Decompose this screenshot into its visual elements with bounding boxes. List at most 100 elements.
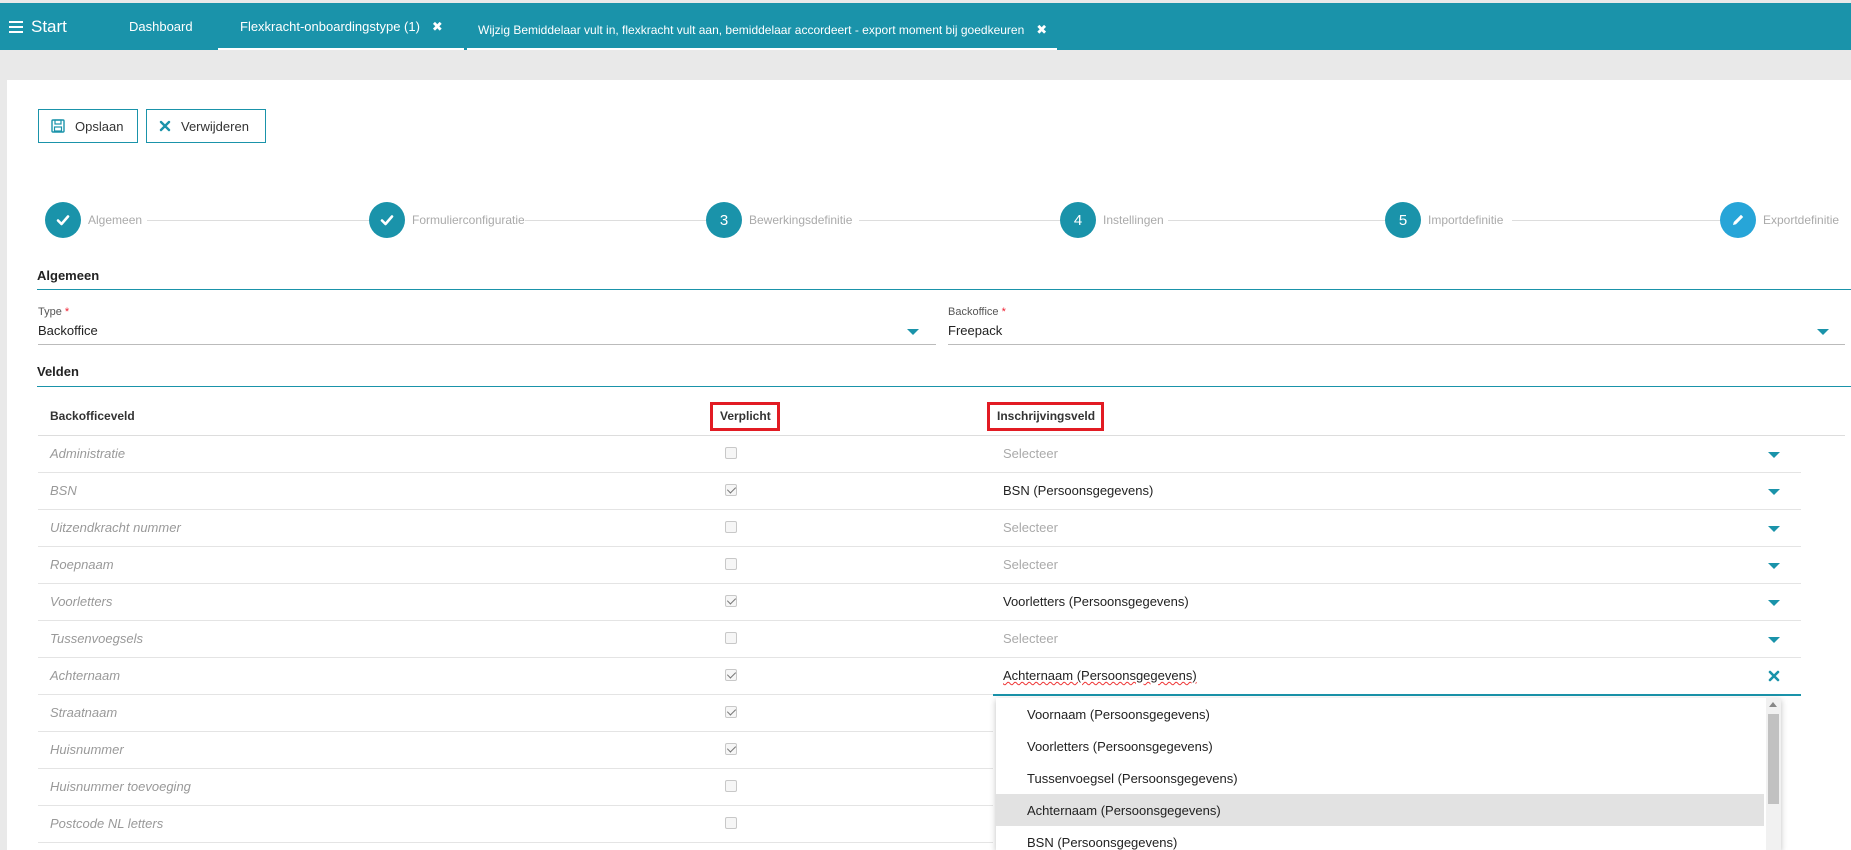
field-name-huisnummer-toevoeging: Huisnummer toevoeging	[50, 779, 191, 794]
mapping-select-active[interactable]: Achternaam (Persoonsgegevens)	[1003, 668, 1197, 683]
field-name-administratie: Administratie	[50, 446, 126, 461]
step-number: 3	[706, 202, 742, 238]
row-divider	[38, 509, 993, 510]
close-icon	[159, 120, 171, 132]
select-underline	[993, 546, 1801, 547]
close-icon[interactable]: ✖	[1036, 22, 1047, 38]
chevron-down-icon[interactable]	[1768, 563, 1780, 569]
close-icon[interactable]: ✖	[432, 19, 443, 35]
dropdown-option[interactable]: Voornaam (Persoonsgegevens)	[996, 698, 1764, 730]
dropdown-option[interactable]: Tussenvoegsel (Persoonsgegevens)	[996, 762, 1764, 794]
mapping-dropdown-list: Voornaam (Persoonsgegevens) Voorletters …	[996, 698, 1781, 850]
chevron-down-icon[interactable]	[1768, 452, 1780, 458]
row-divider	[38, 657, 993, 658]
step-importdefinitie[interactable]: 5 Importdefinitie	[1385, 202, 1503, 238]
check-icon	[45, 202, 81, 238]
hamburger-icon	[9, 21, 23, 33]
top-navigation-bar: Start Dashboard Flexkracht-onboardingsty…	[0, 3, 1851, 50]
chevron-down-icon[interactable]	[1817, 329, 1829, 335]
type-select[interactable]: Backoffice	[38, 323, 98, 338]
required-checkbox[interactable]	[725, 669, 737, 681]
select-underline	[993, 657, 1801, 658]
select-underline	[993, 509, 1801, 510]
chevron-down-icon[interactable]	[1768, 489, 1780, 495]
mapping-select[interactable]: Selecteer	[1003, 446, 1058, 461]
required-checkbox[interactable]	[725, 558, 737, 570]
required-checkbox[interactable]	[725, 632, 737, 644]
row-divider	[38, 546, 993, 547]
mapping-select[interactable]: Selecteer	[1003, 631, 1058, 646]
chevron-down-icon[interactable]	[1768, 600, 1780, 606]
column-header-backofficeveld: Backofficeveld	[50, 409, 135, 423]
section-title-algemeen: Algemeen	[37, 268, 100, 283]
step-exportdefinitie[interactable]: Exportdefinitie	[1720, 202, 1839, 238]
step-connector	[525, 220, 722, 221]
required-checkbox[interactable]	[725, 817, 737, 829]
mapping-select[interactable]: Selecteer	[1003, 520, 1058, 535]
section-divider	[37, 289, 1851, 290]
type-select-underline	[38, 344, 936, 345]
field-name-straatnaam: Straatnaam	[50, 705, 118, 720]
pencil-icon	[1720, 202, 1756, 238]
required-checkbox[interactable]	[725, 743, 737, 755]
column-header-inschrijvingsveld: Inschrijvingsveld	[997, 409, 1096, 423]
step-connector	[1512, 220, 1737, 221]
backoffice-label-text: Backoffice	[948, 306, 999, 318]
tab-label: Wijzig Bemiddelaar vult in, flexkracht v…	[478, 22, 1025, 37]
tab-flexkracht-onboardingstype[interactable]: Flexkracht-onboardingstype (1) ✖	[240, 3, 443, 50]
row-divider	[38, 472, 993, 473]
required-checkbox[interactable]	[725, 521, 737, 533]
chevron-down-icon[interactable]	[907, 329, 919, 335]
field-name-roepnaam: Roepnaam	[50, 557, 114, 572]
step-label: Bewerkingsdefinitie	[749, 213, 853, 227]
row-divider	[38, 694, 993, 695]
field-name-bsn: BSN	[50, 483, 77, 498]
select-underline-focused	[993, 694, 1801, 696]
section-title-velden: Velden	[37, 364, 79, 379]
mapping-select[interactable]: Selecteer	[1003, 557, 1058, 572]
required-checkbox[interactable]	[725, 595, 737, 607]
dropdown-scrollbar[interactable]	[1766, 698, 1781, 850]
dropdown-option-highlighted[interactable]: Achternaam (Persoonsgegevens)	[996, 794, 1764, 826]
step-connector	[147, 220, 392, 221]
field-name-uitzendkracht-nummer: Uitzendkracht nummer	[50, 520, 181, 535]
scrollbar-thumb[interactable]	[1768, 714, 1779, 804]
clear-icon[interactable]	[1768, 670, 1780, 682]
step-instellingen[interactable]: 4 Instellingen	[1060, 202, 1164, 238]
step-bewerkingsdefinitie[interactable]: 3 Bewerkingsdefinitie	[706, 202, 852, 238]
delete-button[interactable]: Verwijderen	[146, 109, 266, 143]
required-checkbox[interactable]	[725, 780, 737, 792]
backoffice-select-underline	[948, 344, 1845, 345]
tab-wijzig-bemiddelaar[interactable]: Wijzig Bemiddelaar vult in, flexkracht v…	[478, 3, 1047, 50]
mapping-select[interactable]: Voorletters (Persoonsgegevens)	[1003, 594, 1189, 609]
select-underline	[993, 583, 1801, 584]
dropdown-option[interactable]: Voorletters (Persoonsgegevens)	[996, 730, 1764, 762]
chevron-down-icon[interactable]	[1768, 526, 1780, 532]
floppy-disk-icon	[51, 119, 65, 133]
step-connector	[859, 220, 1081, 221]
step-number: 4	[1060, 202, 1096, 238]
field-name-postcode-nl-letters: Postcode NL letters	[50, 816, 164, 831]
required-checkbox[interactable]	[725, 484, 737, 496]
step-formulierconfiguratie[interactable]: Formulierconfiguratie	[369, 202, 525, 238]
step-label: Importdefinitie	[1428, 213, 1504, 227]
start-menu-button[interactable]: Start	[9, 17, 67, 37]
required-checkbox[interactable]	[725, 447, 737, 459]
mapping-select[interactable]: BSN (Persoonsgegevens)	[1003, 483, 1153, 498]
select-underline	[993, 472, 1801, 473]
backoffice-select[interactable]: Freepack	[948, 323, 1002, 338]
row-divider	[38, 805, 993, 806]
dropdown-option[interactable]: BSN (Persoonsgegevens)	[996, 826, 1764, 850]
tab-underline	[467, 48, 1057, 50]
step-algemeen[interactable]: Algemeen	[45, 202, 142, 238]
scroll-up-icon[interactable]	[1769, 702, 1777, 707]
chevron-down-icon[interactable]	[1768, 637, 1780, 643]
step-label: Algemeen	[88, 213, 143, 227]
delete-label: Verwijderen	[181, 118, 249, 134]
tab-label: Dashboard	[129, 19, 193, 34]
step-connector	[1168, 220, 1386, 221]
tab-dashboard[interactable]: Dashboard	[129, 3, 193, 50]
required-checkbox[interactable]	[725, 706, 737, 718]
step-label: Instellingen	[1103, 213, 1164, 227]
save-button[interactable]: Opslaan	[38, 109, 138, 143]
